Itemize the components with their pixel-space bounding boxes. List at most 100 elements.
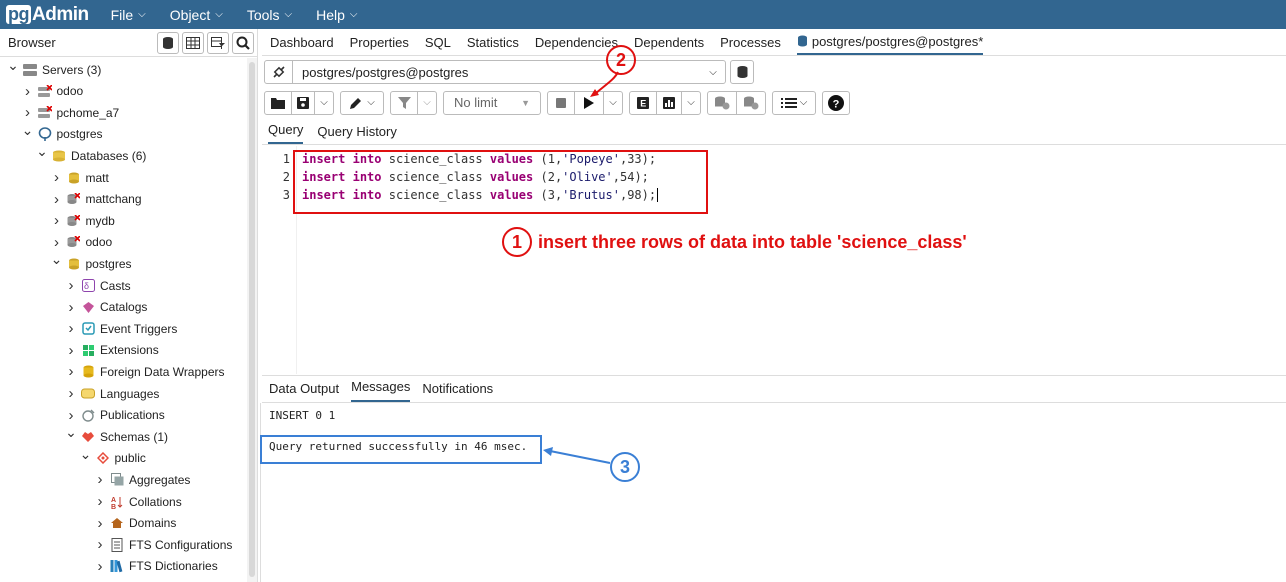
tree-node[interactable]: › Foreign Data Wrappers [64,362,225,382]
stop-icon [556,97,566,108]
tree-node[interactable]: ⌄ postgres [50,251,132,274]
tree-node[interactable]: › Aggregates [93,470,191,490]
chevron-right-icon[interactable]: › [93,515,107,532]
chevron-right-icon[interactable]: › [50,191,64,208]
tab-query-tool[interactable]: postgres/postgres@postgres* [796,30,984,55]
tree-node[interactable]: › pchome_a7 [21,103,120,123]
chevron-right-icon[interactable]: › [93,536,107,553]
chevron-right-icon[interactable]: › [50,234,64,251]
chevron-right-icon[interactable]: › [50,169,64,186]
stop-button[interactable] [547,90,575,115]
top-menu-bar: pg Admin File ⌵ Object ⌵ Tools ⌵ Help ⌵ [0,0,1286,29]
menu-tools[interactable]: Tools ⌵ [247,7,292,23]
tree-node[interactable]: › δ Casts [64,276,131,296]
tab-data-output[interactable]: Data Output [269,381,339,402]
macros-button[interactable]: ⌵ [772,90,816,115]
tree-node[interactable]: › Extensions [64,340,159,360]
tab-query[interactable]: Query [268,122,304,144]
chevron-down-icon: ⌵ [215,9,223,20]
search-objects-button[interactable] [232,31,254,54]
query-tool-button[interactable] [157,31,179,54]
menu-help[interactable]: Help ⌵ [316,7,357,23]
tree-node[interactable]: › FTS Dictionaries [93,556,218,576]
tree-node[interactable]: › odoo [21,81,83,101]
chevron-right-icon[interactable]: › [64,363,78,380]
chevron-right-icon[interactable]: › [64,385,78,402]
edit-button[interactable]: ⌵ [340,90,384,115]
tree-node[interactable]: ⌄ postgres [21,122,103,144]
tree-node[interactable]: › A B Collations [93,492,182,512]
row-limit-select[interactable]: No limit ▼ [443,90,541,115]
connection-select[interactable]: postgres/postgres@postgres ⌵ [264,60,726,84]
chevron-right-icon[interactable]: › [93,471,107,488]
tab-query-history[interactable]: Query History [317,124,396,144]
connection-status[interactable] [265,61,293,83]
chevron-right-icon[interactable]: › [21,104,35,121]
tab-statistics[interactable]: Statistics [467,31,519,54]
tab-processes[interactable]: Processes [720,31,781,54]
chevron-down-icon[interactable]: ⌄ [21,122,35,139]
menu-object[interactable]: Object ⌵ [170,7,223,23]
commit-button[interactable] [707,90,737,115]
chevron-right-icon[interactable]: › [64,342,78,359]
chevron-down-icon[interactable]: ⌄ [64,424,78,441]
rollback-button[interactable] [736,90,766,115]
tree-node[interactable]: ⌄ public [79,446,146,468]
chevron-down-icon[interactable]: ⌄ [35,143,49,160]
tab-messages[interactable]: Messages [351,379,411,402]
tree-node[interactable]: › FTS Configurations [93,535,233,555]
chevron-right-icon[interactable]: › [93,493,107,510]
tab-dashboard[interactable]: Dashboard [270,31,334,54]
tree-node[interactable]: ⌄ Databases (6) [35,143,146,166]
explain-options-dropdown[interactable]: ⌵ [681,90,701,115]
filter-button[interactable] [390,90,418,115]
chevron-right-icon[interactable]: › [64,299,78,316]
tab-dependents[interactable]: Dependents [634,31,704,54]
tree-node[interactable]: ⌄ Servers (3) [6,58,101,80]
connection-db-button[interactable] [730,60,754,84]
filter-dropdown[interactable]: ⌵ [417,90,437,115]
tree-node[interactable]: › Catalogs [64,297,148,317]
save-file-button[interactable] [291,90,315,115]
tree-node[interactable]: › odoo [50,232,112,252]
tab-notifications[interactable]: Notifications [422,381,493,402]
view-data-button[interactable] [182,31,204,54]
tree-node[interactable]: › Event Triggers [64,319,178,339]
chevron-right-icon[interactable]: › [64,320,78,337]
tree-node[interactable]: ⌄ Schemas (1) [64,424,169,447]
chevron-down-icon[interactable]: ⌄ [6,58,20,74]
annotation-blue-box [260,435,542,464]
chevron-down-icon[interactable]: ⌄ [50,251,64,268]
filter-rows-button[interactable] [207,31,229,54]
tree-node-label: pchome_a7 [56,105,120,120]
main-tabs: Dashboard Properties SQL Statistics Depe… [262,29,1286,56]
tree-node-label: Collations [129,494,182,509]
chevron-right-icon[interactable]: › [64,277,78,294]
help-button[interactable]: ? [822,90,850,115]
pencil-icon [350,97,362,109]
save-options-dropdown[interactable]: ⌵ [314,90,334,115]
chevron-down-icon[interactable]: ⌄ [79,446,93,463]
chevron-right-icon[interactable]: › [64,407,78,424]
tree-node[interactable]: › Publications [64,405,165,425]
open-file-button[interactable] [264,90,292,115]
scrollbar-thumb[interactable] [249,62,255,577]
chevron-right-icon[interactable]: › [50,212,64,229]
tab-properties[interactable]: Properties [350,31,409,54]
tree-node-label: postgres [56,127,103,142]
chevron-right-icon[interactable]: › [93,558,107,575]
tab-sql[interactable]: SQL [425,31,451,54]
explain-analyze-button[interactable] [656,90,682,115]
tree-node[interactable]: › Domains [93,513,177,533]
tree-node[interactable]: › Languages [64,384,160,404]
chevron-right-icon[interactable]: › [21,83,35,100]
tree-node-label: Schemas (1) [100,429,169,444]
tree-node-label: mattchang [85,192,142,207]
tree-node-label: mydb [85,213,115,228]
menu-file[interactable]: File ⌵ [111,7,146,23]
tree-node[interactable]: › matt [50,168,109,188]
explain-button[interactable]: E [629,90,657,115]
tree-scrollbar[interactable] [247,58,257,582]
tree-node[interactable]: › mydb [50,211,115,231]
tree-node[interactable]: › mattchang [50,189,142,209]
